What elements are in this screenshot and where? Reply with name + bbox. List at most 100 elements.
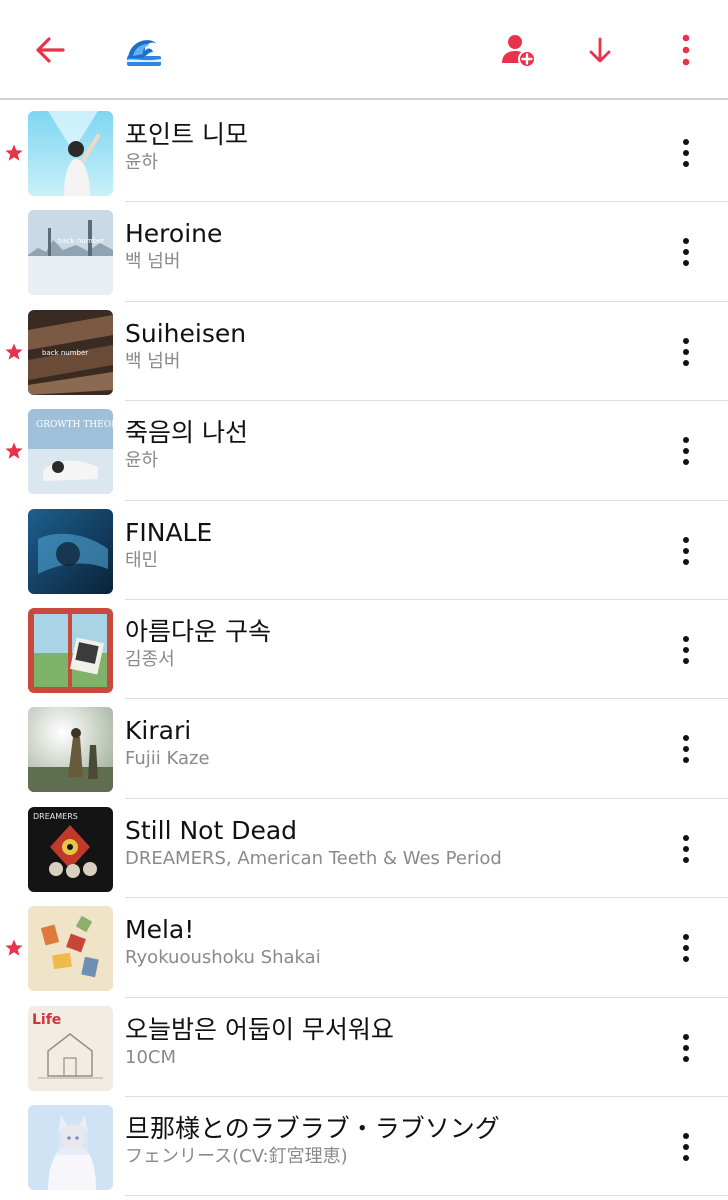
arrow-left-icon (36, 37, 65, 63)
more-vertical-icon (683, 337, 689, 366)
track-row[interactable]: Kirari Fujii Kaze (0, 699, 728, 799)
track-more-button[interactable] (666, 232, 706, 272)
track-title: 죽음의 나선 (125, 418, 248, 448)
album-art-label: back number (58, 237, 104, 245)
album-art-image: back number (28, 210, 113, 296)
track-row[interactable]: 旦那様とのラブラブ・ラブソング フェンリース(CV:釘宮理恵) (0, 1097, 728, 1197)
star-icon (5, 144, 23, 161)
track-more-button[interactable] (666, 729, 706, 769)
album-art-image (28, 707, 113, 793)
track-artist: 윤하 (125, 450, 159, 472)
album-art-label: back number (42, 349, 88, 357)
row-divider (125, 1195, 728, 1197)
track-more-button[interactable] (666, 332, 706, 372)
album-art-image (28, 1104, 113, 1190)
album-art: DREAMERS (28, 806, 113, 892)
track-meta: 포인트 니모 윤하 (125, 119, 645, 175)
track-meta: Suiheisen 백 넘버 (125, 318, 645, 374)
album-art-image: GROWTH THEORY (28, 409, 113, 495)
star-icon (5, 343, 23, 360)
track-more-button[interactable] (666, 928, 706, 968)
album-art-label: DREAMERS (33, 812, 78, 821)
more-options-button[interactable] (660, 24, 712, 76)
album-art-label: Life (32, 1012, 61, 1028)
album-art-image: back number (28, 309, 113, 395)
track-artist: Fujii Kaze (125, 748, 210, 770)
wave-emoji-icon (127, 40, 161, 66)
track-title: 오늘밤은 어둡이 무서워요 (125, 1014, 394, 1044)
top-app-bar (0, 0, 728, 100)
track-row[interactable]: DREAMERS Still Not Dead DREAMERS, Americ… (0, 799, 728, 899)
track-more-button[interactable] (666, 630, 706, 670)
track-row[interactable]: 아름다운 구속 김종서 (0, 600, 728, 700)
track-row[interactable]: GROWTH THEORY 죽음의 나선 윤하 (0, 401, 728, 501)
album-art: Life (28, 1005, 113, 1091)
more-vertical-icon (683, 834, 689, 863)
track-title: Kirari (125, 716, 192, 746)
track-row[interactable]: Mela! Ryokuoushoku Shakai (0, 898, 728, 998)
track-row[interactable]: back number Suiheisen 백 넘버 (0, 302, 728, 402)
track-row[interactable]: back number Heroine 백 넘버 (0, 202, 728, 302)
track-meta: 旦那様とのラブラブ・ラブソング フェンリース(CV:釘宮理恵) (125, 1113, 645, 1169)
more-vertical-icon (683, 735, 689, 764)
more-vertical-icon (683, 139, 689, 167)
album-art (28, 707, 113, 793)
playlist-emoji (118, 24, 170, 76)
track-more-button[interactable] (666, 431, 706, 471)
album-art-label: GROWTH THEORY (36, 420, 113, 430)
track-title: Heroine (125, 219, 223, 249)
more-vertical-icon (683, 1132, 689, 1161)
track-row[interactable]: FINALE 태민 (0, 501, 728, 600)
track-artist: DREAMERS, American Teeth & Wes Period (125, 847, 502, 869)
album-art (28, 607, 113, 693)
album-art-image (28, 906, 113, 992)
album-art-image: DREAMERS (28, 806, 113, 892)
track-title: FINALE (125, 517, 213, 547)
more-vertical-icon (682, 34, 690, 66)
track-row[interactable]: Life 오늘밤은 어둡이 무서워요 10CM (0, 998, 728, 1097)
track-meta: Still Not Dead DREAMERS, American Teeth … (125, 815, 645, 871)
album-art (28, 1104, 113, 1190)
star-icon (5, 939, 23, 956)
track-title: Suiheisen (125, 318, 247, 348)
album-art (28, 111, 113, 196)
track-artist: 10CM (125, 1046, 177, 1068)
album-art (28, 906, 113, 992)
album-art-image (28, 111, 113, 196)
track-meta: Mela! Ryokuoushoku Shakai (125, 914, 645, 970)
more-vertical-icon (683, 1033, 689, 1062)
album-art-image: Life (28, 1005, 113, 1091)
star-icon (5, 442, 23, 459)
track-meta: 아름다운 구속 김종서 (125, 616, 645, 672)
more-vertical-icon (683, 536, 689, 565)
track-title: Still Not Dead (125, 815, 298, 845)
track-list: 포인트 니모 윤하 back number Heroine 백 넘버 back … (0, 103, 728, 1197)
track-meta: 오늘밤은 어둡이 무서워요 10CM (125, 1014, 645, 1070)
arrow-down-icon (589, 37, 611, 63)
track-more-button[interactable] (666, 1127, 706, 1167)
back-button[interactable] (24, 24, 76, 76)
download-button[interactable] (574, 24, 626, 76)
more-vertical-icon (683, 437, 689, 466)
track-more-button[interactable] (666, 1028, 706, 1068)
person-add-icon (502, 35, 536, 68)
track-title: 포인트 니모 (125, 120, 248, 149)
track-artist: Ryokuoushoku Shakai (125, 947, 321, 969)
track-title: 旦那様とのラブラブ・ラブソング (125, 1113, 500, 1143)
track-artist: 윤하 (125, 152, 159, 173)
album-art-image (28, 508, 113, 594)
album-art: back number (28, 210, 113, 296)
track-artist: 김종서 (125, 648, 175, 670)
track-artist: 태민 (125, 549, 159, 571)
track-meta: FINALE 태민 (125, 517, 645, 573)
track-more-button[interactable] (666, 531, 706, 571)
more-vertical-icon (683, 635, 689, 664)
album-art: GROWTH THEORY (28, 409, 113, 495)
add-collaborator-button[interactable] (492, 24, 544, 76)
more-vertical-icon (683, 934, 689, 963)
track-more-button[interactable] (666, 133, 706, 173)
track-meta: 죽음의 나선 윤하 (125, 417, 645, 473)
album-art-image (28, 607, 113, 693)
track-more-button[interactable] (666, 829, 706, 869)
track-row[interactable]: 포인트 니모 윤하 (0, 103, 728, 203)
